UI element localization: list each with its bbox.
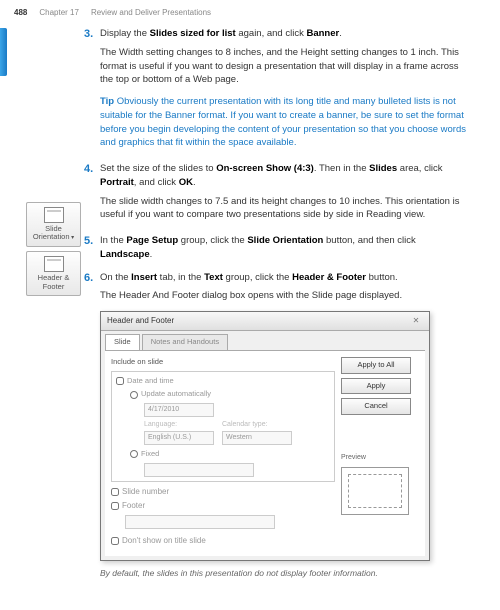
section-label: Review and Deliver Presentations (91, 8, 211, 17)
dialog-title-text: Header and Footer (107, 315, 174, 327)
page-header: 488 Chapter 17 Review and Deliver Presen… (0, 0, 500, 17)
language-label: Language: (144, 420, 214, 430)
slide-orientation-button: Slide Orientation (26, 202, 81, 247)
tip-block: Tip Obviously the current presentation w… (100, 95, 468, 150)
dialog-tabs: Slide Notes and Handouts (101, 331, 429, 350)
step-6-follow: The Header And Footer dialog box opens w… (100, 289, 468, 303)
fixed-label: Fixed (141, 449, 159, 460)
page-number: 488 (14, 8, 27, 17)
calendar-dropdown[interactable]: Western (222, 431, 292, 445)
step-5: 5. In the Page Setup group, click the Sl… (100, 234, 468, 267)
fixed-input[interactable] (144, 463, 254, 477)
header-footer-button: Header & Footer (26, 251, 81, 296)
preview-label: Preview (341, 453, 419, 463)
dialog-titlebar: Header and Footer ✕ (101, 312, 429, 331)
step-number: 6. (84, 271, 100, 579)
include-on-slide-label: Include on slide (111, 357, 335, 368)
date-time-label: Date and time (127, 376, 174, 387)
header-footer-dialog: Header and Footer ✕ Slide Notes and Hand… (100, 311, 430, 560)
language-dropdown[interactable]: English (U.S.) (144, 431, 214, 445)
step-6: 6. On the Insert tab, in the Text group,… (100, 271, 468, 579)
slide-number-checkbox[interactable] (111, 488, 119, 496)
chapter-label: Chapter 17 (39, 8, 79, 17)
step-number: 3. (84, 27, 100, 158)
date-dropdown[interactable]: 4/17/2010 (144, 403, 214, 417)
header-footer-label: Header & Footer (27, 274, 80, 291)
close-icon[interactable]: ✕ (409, 315, 423, 327)
step-3: 3. Display the Slides sized for list aga… (100, 27, 468, 158)
tab-notes-handouts[interactable]: Notes and Handouts (142, 334, 228, 350)
footer-label: Footer (122, 500, 145, 512)
step-number: 4. (84, 162, 100, 230)
step-3-text: Display the Slides sized for list again,… (100, 27, 468, 41)
step-4-text: Set the size of the slides to On-screen … (100, 162, 468, 190)
slide-orientation-label: Slide Orientation (27, 225, 80, 242)
tip-text: Obviously the current presentation with … (100, 96, 466, 148)
header-footer-icon (44, 256, 64, 272)
apply-button[interactable]: Apply (341, 378, 411, 395)
footer-input[interactable] (125, 515, 275, 529)
figure-caption: By default, the slides in this presentat… (100, 567, 468, 579)
preview-thumbnail (341, 467, 409, 515)
cancel-button[interactable]: Cancel (341, 398, 411, 415)
fixed-radio[interactable] (130, 450, 138, 458)
slide-number-label: Slide number (122, 486, 169, 498)
date-time-checkbox[interactable] (116, 377, 124, 385)
dialog-body: Include on slide Date and time Update au… (105, 350, 425, 556)
step-3-follow: The Width setting changes to 8 inches, a… (100, 46, 468, 87)
update-auto-label: Update automatically (141, 389, 211, 400)
tip-label: Tip (100, 96, 114, 107)
step-4-follow: The slide width changes to 7.5 and its h… (100, 195, 468, 223)
slide-orientation-icon (44, 207, 64, 223)
calendar-label: Calendar type: (222, 420, 292, 430)
step-5-text: In the Page Setup group, click the Slide… (100, 234, 468, 262)
update-auto-radio[interactable] (130, 391, 138, 399)
edge-tab (0, 28, 7, 76)
apply-to-all-button[interactable]: Apply to All (341, 357, 411, 374)
date-time-row: Date and time (116, 376, 330, 387)
tab-slide[interactable]: Slide (105, 334, 140, 350)
sidebar-ribbon-buttons: Slide Orientation Header & Footer (26, 202, 81, 300)
dont-show-title-checkbox[interactable] (111, 537, 119, 545)
step-number: 5. (84, 234, 100, 267)
step-4: 4. Set the size of the slides to On-scre… (100, 162, 468, 230)
step-6-text: On the Insert tab, in the Text group, cl… (100, 271, 468, 285)
dont-show-label: Don't show on title slide (122, 535, 206, 547)
footer-checkbox[interactable] (111, 502, 119, 510)
